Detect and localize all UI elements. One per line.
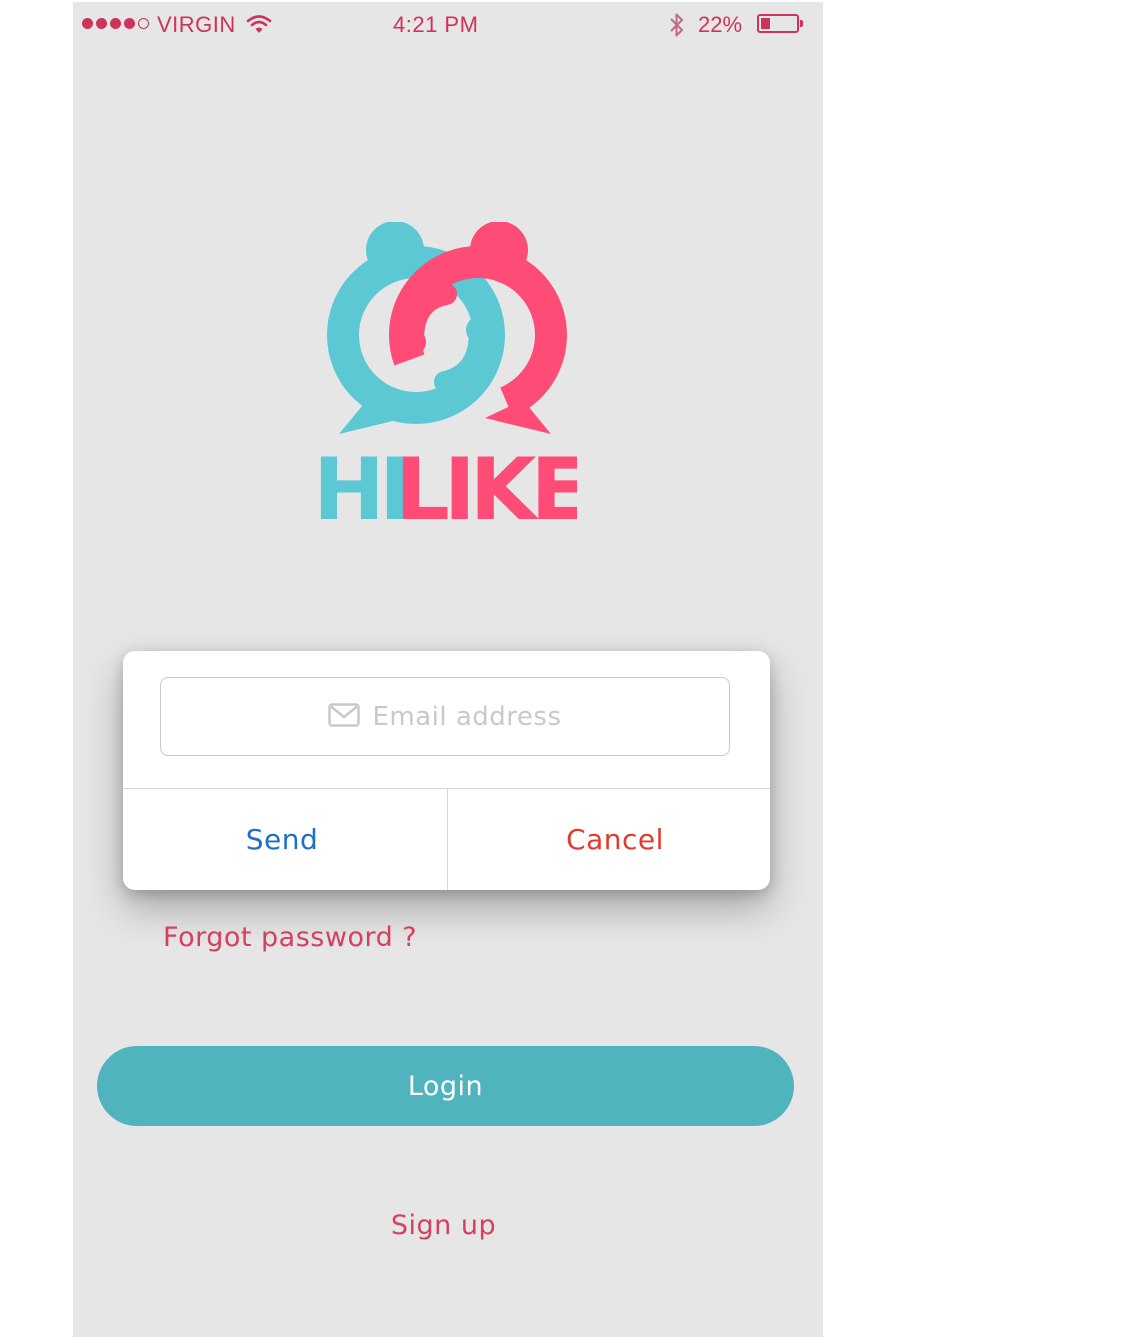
battery-icon [757,14,799,33]
sign-up-link[interactable]: Sign up [73,1210,814,1241]
signal-dot [96,18,107,29]
cancel-button[interactable]: Cancel [448,789,770,890]
login-button[interactable]: Login [97,1046,794,1126]
phone-screen: VIRGIN 4:21 PM 22% HI LIKE Email address… [73,2,823,1337]
status-time: 4:21 PM [393,12,479,37]
signal-dot-empty [138,18,149,29]
email-placeholder: Email address [372,701,562,732]
signal-dot [82,18,93,29]
signal-dots-icon [82,18,149,29]
status-bar: VIRGIN 4:21 PM 22% [73,2,823,46]
email-field[interactable]: Email address [160,677,730,756]
wifi-icon [246,13,272,41]
reset-password-dialog: Email address Send Cancel [123,651,770,890]
signal-dot [110,18,121,29]
battery-percent: 22% [698,12,743,37]
logo-text-like: LIKE [395,440,577,522]
signal-dot [124,18,135,29]
logo-text-hi: HI [313,440,405,522]
battery-tip [800,20,803,27]
envelope-icon [328,702,361,731]
hilike-logo: HI LIKE [313,222,577,522]
forgot-password-link[interactable]: Forgot password ? [163,922,417,953]
bluetooth-icon [667,11,687,45]
carrier-name: VIRGIN [157,12,236,37]
battery-level-fill [761,18,770,29]
send-button[interactable]: Send [123,789,441,890]
